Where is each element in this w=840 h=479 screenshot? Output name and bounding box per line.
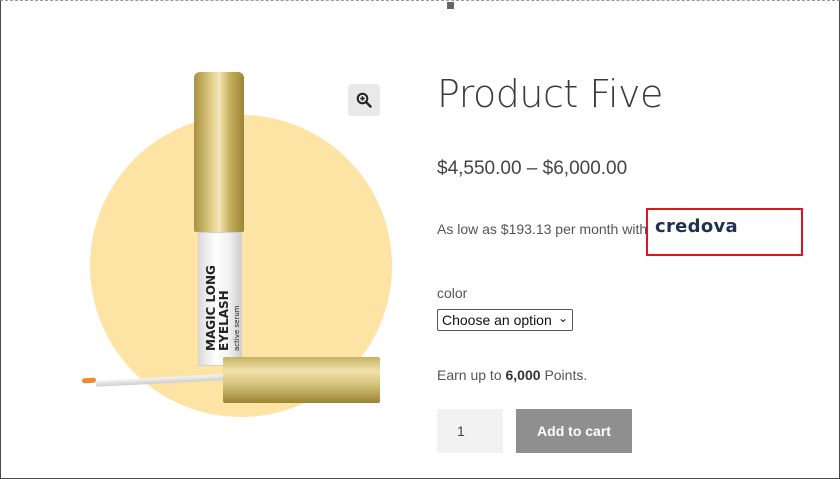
points-suffix: Points. (544, 367, 588, 383)
chevron-down-icon: ⌄ (557, 311, 568, 325)
financing-text: As low as $193.13 per month with (437, 221, 648, 237)
credova-logo[interactable]: credova (655, 216, 738, 237)
add-to-cart-button[interactable]: Add to cart (516, 409, 632, 453)
product-tube-cap (194, 72, 244, 232)
points-text: Earn up to 6,000 Points. (437, 367, 587, 383)
color-label: color (437, 285, 468, 301)
product-title: Product Five (437, 72, 663, 116)
zoom-in-icon (356, 92, 372, 108)
product-gallery: MAGIC LONG EYELASH active serum (60, 60, 400, 420)
resize-handle[interactable] (447, 2, 454, 9)
applicator-cap (223, 357, 380, 403)
color-select[interactable]: Choose an option ⌄ (437, 309, 573, 331)
points-amount: 6,000 (505, 367, 541, 383)
product-tube-body: MAGIC LONG EYELASH active serum (198, 232, 242, 366)
quantity-input[interactable]: 1 (437, 409, 503, 453)
color-select-value: Choose an option (442, 312, 552, 328)
points-prefix: Earn up to (437, 367, 502, 383)
tube-label: MAGIC LONG EYELASH active serum (204, 265, 241, 351)
zoom-button[interactable] (348, 84, 380, 116)
applicator-brush (81, 377, 97, 384)
price-range: $4,550.00 – $6,000.00 (437, 158, 628, 179)
